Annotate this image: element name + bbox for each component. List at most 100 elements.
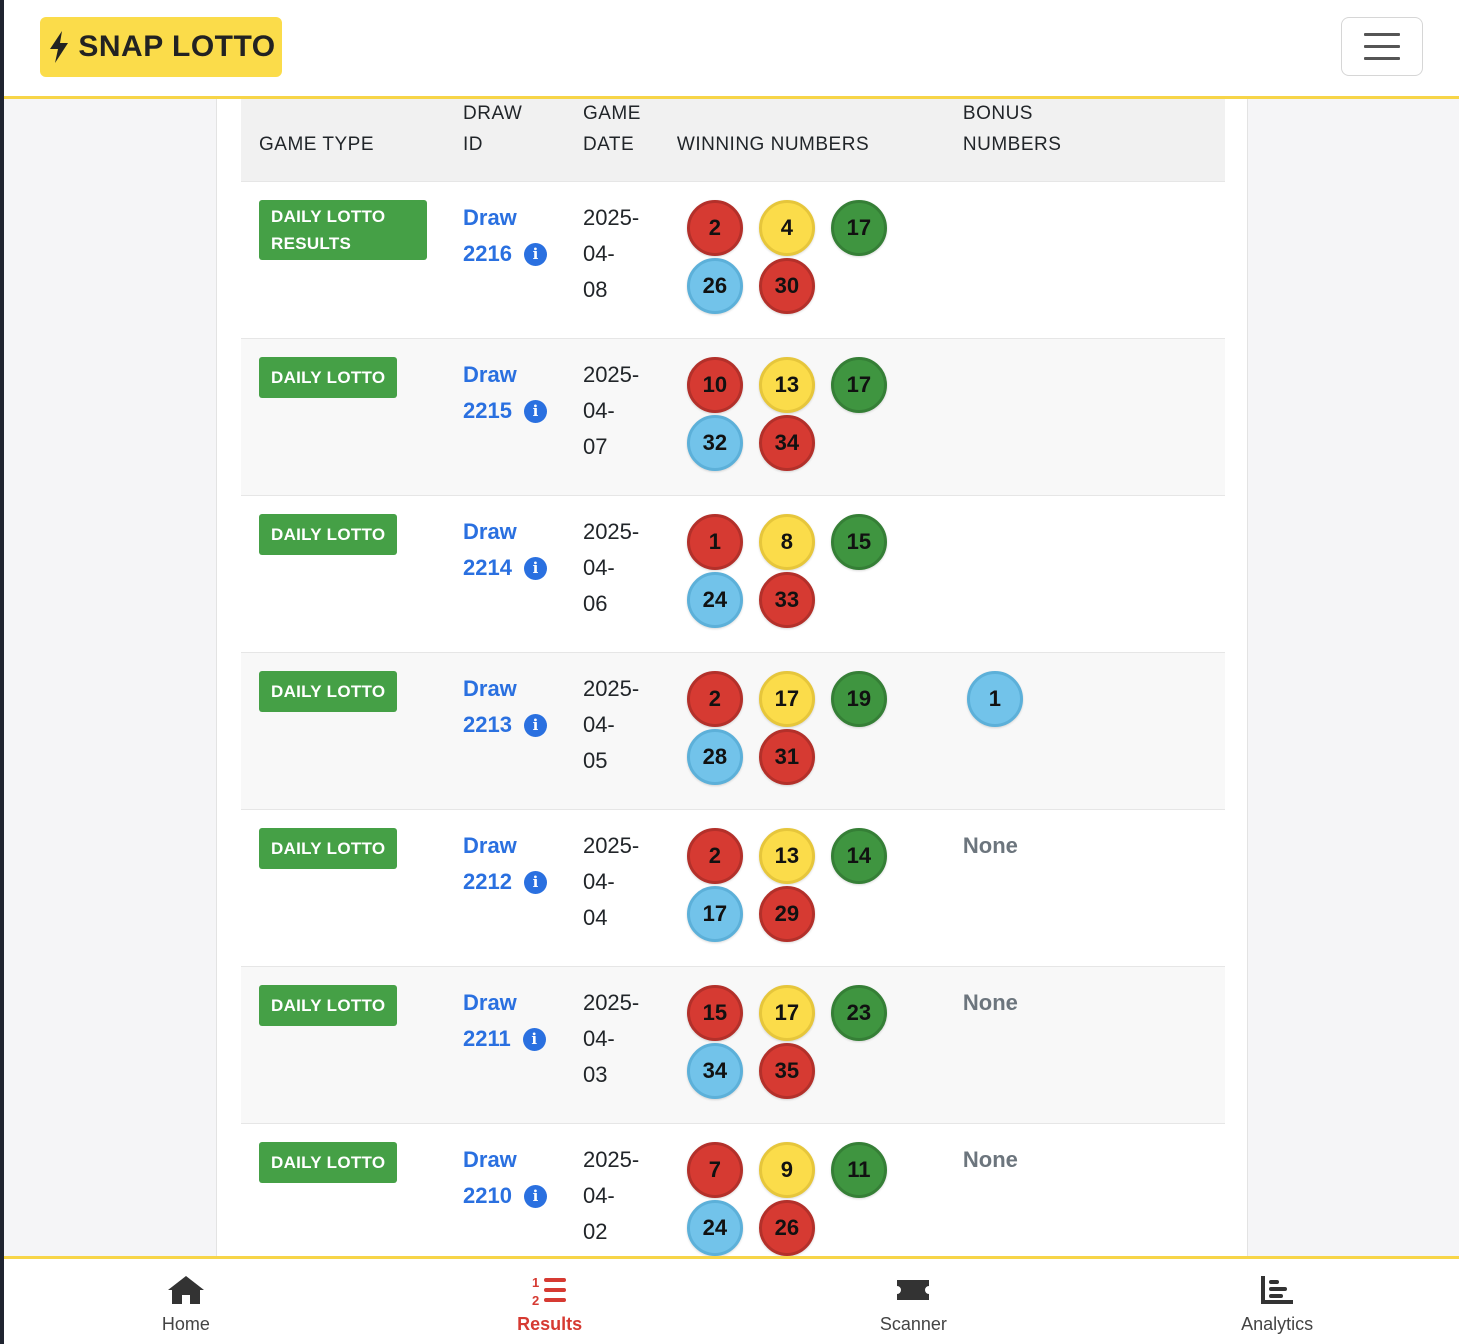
info-icon[interactable]: i — [523, 713, 547, 737]
lotto-ball: 34 — [758, 415, 815, 471]
draw-number: 2210 — [463, 1183, 512, 1208]
cell-winning-numbers: 2 17 19 28 31 — [659, 653, 945, 810]
column-header-game-date-text: GAME DATE — [582, 103, 641, 155]
draw-word: Draw — [463, 1147, 517, 1172]
draw-link[interactable]: Draw 2210 i — [463, 1142, 547, 1214]
date-part-2: 05 — [582, 748, 608, 773]
lotto-ball: 24 — [686, 572, 743, 628]
lotto-ball: 15 — [830, 514, 887, 570]
info-icon[interactable]: i — [523, 242, 547, 266]
lotto-ball: 9 — [758, 1142, 815, 1198]
list-ol-icon: 12 — [532, 1275, 566, 1308]
lotto-ball: 17 — [686, 886, 743, 942]
draw-word: Draw — [463, 676, 517, 701]
draw-id-line: 2215 i — [463, 393, 547, 429]
lotto-ball: 13 — [758, 357, 815, 413]
bolt-icon — [50, 31, 69, 63]
svg-text:2: 2 — [532, 1293, 539, 1308]
cell-game-type: DAILY LOTTO — [241, 810, 445, 967]
ticket-icon — [897, 1280, 930, 1300]
draw-link[interactable]: Draw 2215 i — [463, 357, 547, 429]
draw-link[interactable]: Draw 2216 i — [463, 200, 547, 272]
lotto-ball: 14 — [830, 828, 887, 884]
draw-id-line: 2212 i — [463, 864, 547, 900]
info-icon[interactable]: i — [523, 1184, 547, 1208]
lotto-ball: 29 — [758, 886, 815, 942]
nav-label: Results — [517, 1314, 583, 1334]
cell-game-type: DAILY LOTTO — [241, 967, 445, 1124]
lotto-ball: 32 — [686, 415, 743, 471]
table-row: DAILY LOTTO Draw 2212 i 2025-04- 04 2 13 1… — [241, 809, 1225, 967]
menu-toggle-button[interactable] — [1341, 17, 1423, 76]
cell-game-date: 2025-04- 07 — [565, 339, 659, 496]
chart-bar-icon — [1261, 1276, 1294, 1304]
draw-link[interactable]: Draw 2212 i — [463, 828, 547, 900]
lotto-ball: 15 — [686, 985, 743, 1041]
game-type-badge: DAILY LOTTO — [259, 514, 398, 555]
cell-game-type: DAILY LOTTO — [241, 496, 445, 653]
draw-link[interactable]: Draw 2213 i — [463, 671, 547, 743]
winning-balls: 10 13 17 32 34 — [677, 357, 927, 471]
bonus-ball: 1 — [966, 671, 1023, 727]
draw-id-line: 2210 i — [463, 1178, 547, 1214]
cell-winning-numbers: 2 4 17 26 30 — [659, 182, 945, 339]
hamburger-icon — [1364, 57, 1400, 60]
nav-label: Home — [161, 1314, 210, 1334]
info-icon[interactable]: i — [523, 870, 547, 894]
info-icon[interactable]: i — [523, 399, 547, 423]
lotto-ball: 8 — [758, 514, 815, 570]
lotto-ball: 2 — [686, 200, 743, 256]
cell-bonus-numbers — [945, 339, 1225, 496]
lotto-ball: 31 — [758, 729, 815, 785]
info-icon[interactable]: i — [523, 556, 547, 580]
lotto-ball: 24 — [686, 1200, 743, 1256]
date-part-2: 06 — [582, 591, 608, 616]
column-header-draw-id: DRAW ID — [463, 103, 523, 155]
draw-number: 2214 — [463, 555, 512, 580]
nav-item-analytics[interactable]: Analytics — [1095, 1259, 1459, 1344]
draw-number: 2212 — [463, 869, 512, 894]
table-row: DAILY LOTTO Draw 2214 i 2025-04- 06 1 8 15… — [241, 495, 1225, 653]
bonus-balls: 1 — [963, 671, 1207, 727]
table-row: DAILY LOTTO Draw 2213 i 2025-04- 05 2 17 1… — [241, 652, 1225, 810]
cell-game-date: 2025-04- 04 — [565, 810, 659, 967]
winning-balls: 2 4 17 26 30 — [677, 200, 927, 314]
cell-game-date: 2025-04- 03 — [565, 967, 659, 1124]
logo-text: SNAP LOTTO — [78, 30, 276, 63]
window-edge — [0, 0, 4, 1344]
date-part-1: 2025-04- — [582, 676, 640, 737]
nav-item-results[interactable]: 1 2 Results — [368, 1259, 732, 1344]
lotto-ball: 33 — [758, 572, 815, 628]
winning-balls: 7 9 11 24 26 — [677, 1142, 927, 1256]
draw-link[interactable]: Draw 2214 i — [463, 514, 547, 586]
nav-item-home[interactable]: Home — [4, 1259, 368, 1344]
bonus-none-text: None — [962, 833, 1018, 858]
date-part-2: 08 — [582, 277, 608, 302]
home-icon — [167, 1276, 204, 1304]
cell-winning-numbers: 1 8 15 24 33 — [659, 496, 945, 653]
draw-word: Draw — [463, 990, 517, 1015]
cell-bonus-numbers — [945, 496, 1225, 653]
cell-game-date: 2025-04- 05 — [565, 653, 659, 810]
lotto-ball: 23 — [830, 985, 887, 1041]
winning-balls: 2 13 14 17 29 — [677, 828, 927, 942]
nav-label: Scanner — [879, 1314, 947, 1334]
lotto-ball: 26 — [686, 258, 743, 314]
date-part-1: 2025-04- — [582, 519, 640, 580]
date-part-2: 04 — [582, 905, 608, 930]
table-row: DAILY LOTTO RESULTS Draw 2216 i 2025-04-… — [241, 181, 1225, 339]
logo[interactable]: SNAP LOTTO — [40, 17, 282, 77]
app-header: SNAP LOTTO — [4, 0, 1459, 99]
date-part-1: 2025-04- — [582, 833, 640, 894]
nav-item-scanner[interactable]: Scanner — [732, 1259, 1096, 1344]
cell-draw-id: Draw 2216 i — [445, 182, 565, 339]
page: SNAP LOTTO GAME TYPE DRAW ID GAME DATE WI… — [0, 0, 1459, 1344]
column-header-bonus-numbers-text: BONUS NUMBERS — [962, 103, 1062, 155]
date-part-2: 02 — [582, 1219, 608, 1244]
info-icon[interactable]: i — [522, 1027, 546, 1051]
game-type-badge: DAILY LOTTO — [259, 357, 398, 398]
draw-id-line: 2211 i — [463, 1021, 547, 1057]
lotto-ball: 30 — [758, 258, 815, 314]
draw-link[interactable]: Draw 2211 i — [463, 985, 547, 1057]
draw-id-line: 2213 i — [463, 707, 547, 743]
